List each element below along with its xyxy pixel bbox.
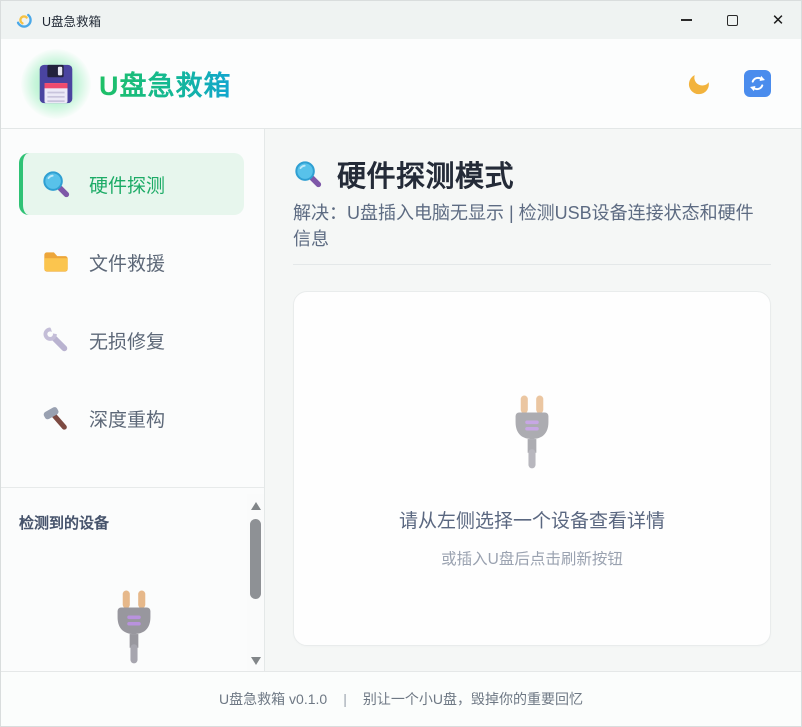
folder-icon [41,247,71,277]
minimize-button[interactable] [663,1,709,39]
nav-item-lossless-repair[interactable]: 无损修复 [19,309,244,371]
nav-item-file-rescue[interactable]: 文件救援 [19,231,244,293]
magnifier-icon [293,159,323,189]
footer-slogan: 别让一个小U盘，毁掉你的重要回忆 [363,689,583,709]
page-description: 解决：U盘插入电脑无显示 | 检测USB设备连接状态和硬件信息 [293,201,771,252]
close-button[interactable]: ✕ [755,1,801,39]
maximize-button[interactable] [709,1,755,39]
body: 硬件探测 文件救援 无损修复 [1,129,801,671]
sidebar-nav: 硬件探测 文件救援 无损修复 [1,129,264,465]
maximize-icon [727,15,738,26]
window-title: U盘急救箱 [42,11,101,30]
minimize-icon [681,19,692,21]
magnifier-icon [41,169,71,199]
device-panel-heading: 检测到的设备 [19,512,246,533]
device-panel: 检测到的设备 未检测到USB [1,487,264,671]
wrench-icon [41,325,71,355]
scroll-down-icon[interactable] [251,657,261,665]
nav-item-label: 无损修复 [89,327,165,354]
page-description-divider: 解决：U盘插入电脑无显示 | 检测USB设备连接状态和硬件信息 [293,201,771,265]
footer: U盘急救箱 v0.1.0 | 别让一个小U盘，毁掉你的重要回忆 [1,671,801,726]
close-icon: ✕ [772,13,785,28]
empty-state-secondary-text: 或插入U盘后点击刷新按钮 [441,547,623,569]
refresh-button[interactable] [744,70,771,97]
sidebar: 硬件探测 文件救援 无损修复 [1,129,265,671]
theme-toggle-button[interactable] [684,69,714,99]
scrollbar-thumb[interactable] [250,519,261,599]
main-title-row: 硬件探测模式 [293,155,771,193]
nav-item-label: 硬件探测 [89,171,165,198]
empty-state-primary-text: 请从左侧选择一个设备查看详情 [399,506,665,533]
nav-item-label: 文件救援 [89,249,165,276]
app-header: U盘急救箱 [1,39,801,129]
app-title: U盘急救箱 [99,64,232,103]
main-content: 硬件探测模式 解决：U盘插入电脑无显示 | 检测USB设备连接状态和硬件信息 请… [265,129,801,671]
floppy-disk-icon [33,61,79,107]
device-list-scrollbar[interactable] [247,494,264,671]
footer-version: U盘急救箱 v0.1.0 [219,689,327,709]
app-logo-icon [15,11,33,29]
app-window: U盘急救箱 ✕ [0,0,802,727]
refresh-icon [748,74,767,93]
page-title: 硬件探测模式 [337,153,514,195]
titlebar: U盘急救箱 ✕ [1,1,801,39]
window-controls: ✕ [663,1,801,39]
plug-icon [503,392,561,470]
plug-icon [105,587,163,665]
header-actions [684,69,771,99]
app-logo [27,55,85,113]
nav-item-hardware-detect[interactable]: 硬件探测 [19,153,244,215]
device-empty-state: 未检测到USB [19,533,248,671]
nav-item-deep-rebuild[interactable]: 深度重构 [19,387,244,449]
scroll-up-icon[interactable] [251,502,261,510]
device-detail-card: 请从左侧选择一个设备查看详情 或插入U盘后点击刷新按钮 [293,291,771,646]
moon-icon [686,71,712,97]
footer-separator: | [343,691,347,707]
hammer-icon [41,403,71,433]
nav-item-label: 深度重构 [89,405,165,432]
